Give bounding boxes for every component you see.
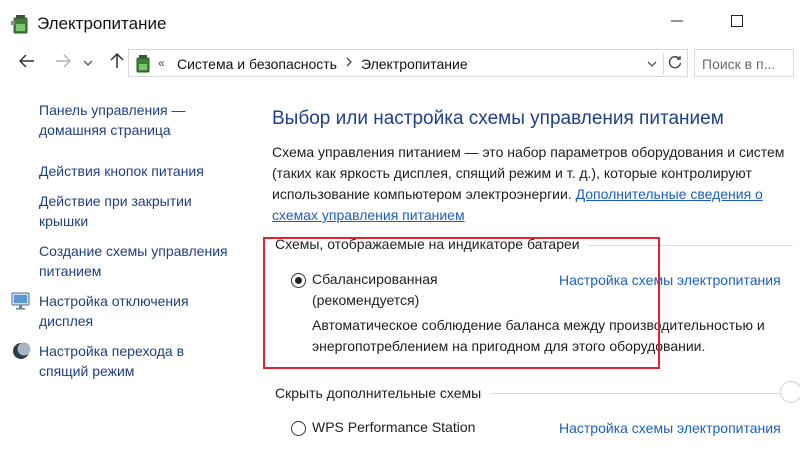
monitor-icon <box>11 291 31 311</box>
sidebar-item-lid-close[interactable]: Действие при закрытии крышки <box>39 191 244 231</box>
sidebar-item-display-off[interactable]: Настройка отключения дисплея <box>39 291 244 331</box>
address-bar[interactable]: « Система и безопасность Электропитание <box>128 49 688 77</box>
window-title: Электропитание <box>37 14 167 33</box>
sidebar-item-label: Настройка отключения <box>39 293 189 309</box>
sidebar-item-label: домашняя страница <box>39 122 171 138</box>
description-text: Схема управления питанием — это набор па… <box>272 144 785 160</box>
description-line: схемах управления питанием <box>272 205 797 226</box>
breadcrumb-overflow[interactable]: « <box>158 56 165 70</box>
battery-plug-icon <box>10 13 30 35</box>
breadcrumb-separator-icon <box>345 56 353 71</box>
left-pane: Панель управления — домашняя страница Де… <box>0 84 250 450</box>
chevron-down-icon <box>83 54 93 72</box>
maximize-button[interactable] <box>717 10 757 36</box>
wps-plan-radio[interactable] <box>291 421 306 436</box>
sidebar-item-sleep[interactable]: Настройка перехода в спящий режим <box>39 341 244 381</box>
arrow-up-icon <box>110 52 124 74</box>
maximize-icon <box>731 14 743 32</box>
battery-plug-icon <box>134 54 152 74</box>
breadcrumb-system-security[interactable]: Система и безопасность <box>177 56 337 72</box>
sidebar-item-label: Действия кнопок питания <box>39 163 204 179</box>
sidebar-item-control-panel-home[interactable]: Панель управления — домашняя страница <box>39 100 244 140</box>
forward-button[interactable] <box>50 50 76 76</box>
sidebar-item-label: питанием <box>39 263 102 279</box>
sidebar-item-label: спящий режим <box>39 363 135 379</box>
search-input[interactable]: Поиск в п... <box>694 49 794 77</box>
sidebar-item-label: Настройка перехода в <box>39 343 185 359</box>
page-description: Схема управления питанием — это набор па… <box>272 142 797 226</box>
sidebar-item-label: дисплея <box>39 313 94 329</box>
hide-additional-plans-toggle[interactable]: Скрыть дополнительные схемы <box>275 385 481 401</box>
sidebar-item-create-plan[interactable]: Создание схемы управления питанием <box>39 241 244 281</box>
recent-locations-button[interactable] <box>80 50 96 76</box>
minimize-icon <box>671 14 683 32</box>
more-info-link[interactable]: Дополнительные сведения о <box>576 186 763 202</box>
up-button[interactable] <box>104 50 130 76</box>
refresh-button[interactable] <box>663 53 685 75</box>
sidebar-item-label: крышки <box>39 213 89 229</box>
section-divider <box>490 393 780 394</box>
arrow-left-icon <box>18 53 35 73</box>
page-title: Выбор или настройка схемы управления пит… <box>272 108 724 129</box>
arrow-right-icon <box>55 53 72 73</box>
chevron-down-icon <box>647 55 657 73</box>
moon-icon <box>11 341 31 361</box>
address-history-button[interactable] <box>644 56 660 72</box>
description-text: (таких как яркость дисплея, спящий режим… <box>272 165 752 181</box>
description-text: использование компьютером электроэнергии… <box>272 186 576 202</box>
sidebar-item-label: Действие при закрытии <box>39 193 192 209</box>
description-line: использование компьютером электроэнергии… <box>272 184 797 205</box>
highlight-box <box>263 237 660 369</box>
minimize-button[interactable] <box>657 10 697 36</box>
back-button[interactable] <box>14 50 40 76</box>
sidebar-item-label: Панель управления — <box>39 102 186 118</box>
more-info-link[interactable]: схемах управления питанием <box>272 207 465 223</box>
sidebar-item-power-buttons[interactable]: Действия кнопок питания <box>39 161 244 181</box>
refresh-icon <box>668 55 682 74</box>
wps-plan-name[interactable]: WPS Performance Station <box>312 417 475 438</box>
wps-plan-settings-link[interactable]: Настройка схемы электропитания <box>559 420 781 436</box>
expand-button[interactable] <box>780 381 800 403</box>
breadcrumb-power-options[interactable]: Электропитание <box>361 56 468 72</box>
sidebar-item-label: Создание схемы управления <box>39 243 228 259</box>
title-bar: Электропитание <box>0 0 800 46</box>
navigation-bar: « Система и безопасность Электропитание … <box>0 46 800 80</box>
